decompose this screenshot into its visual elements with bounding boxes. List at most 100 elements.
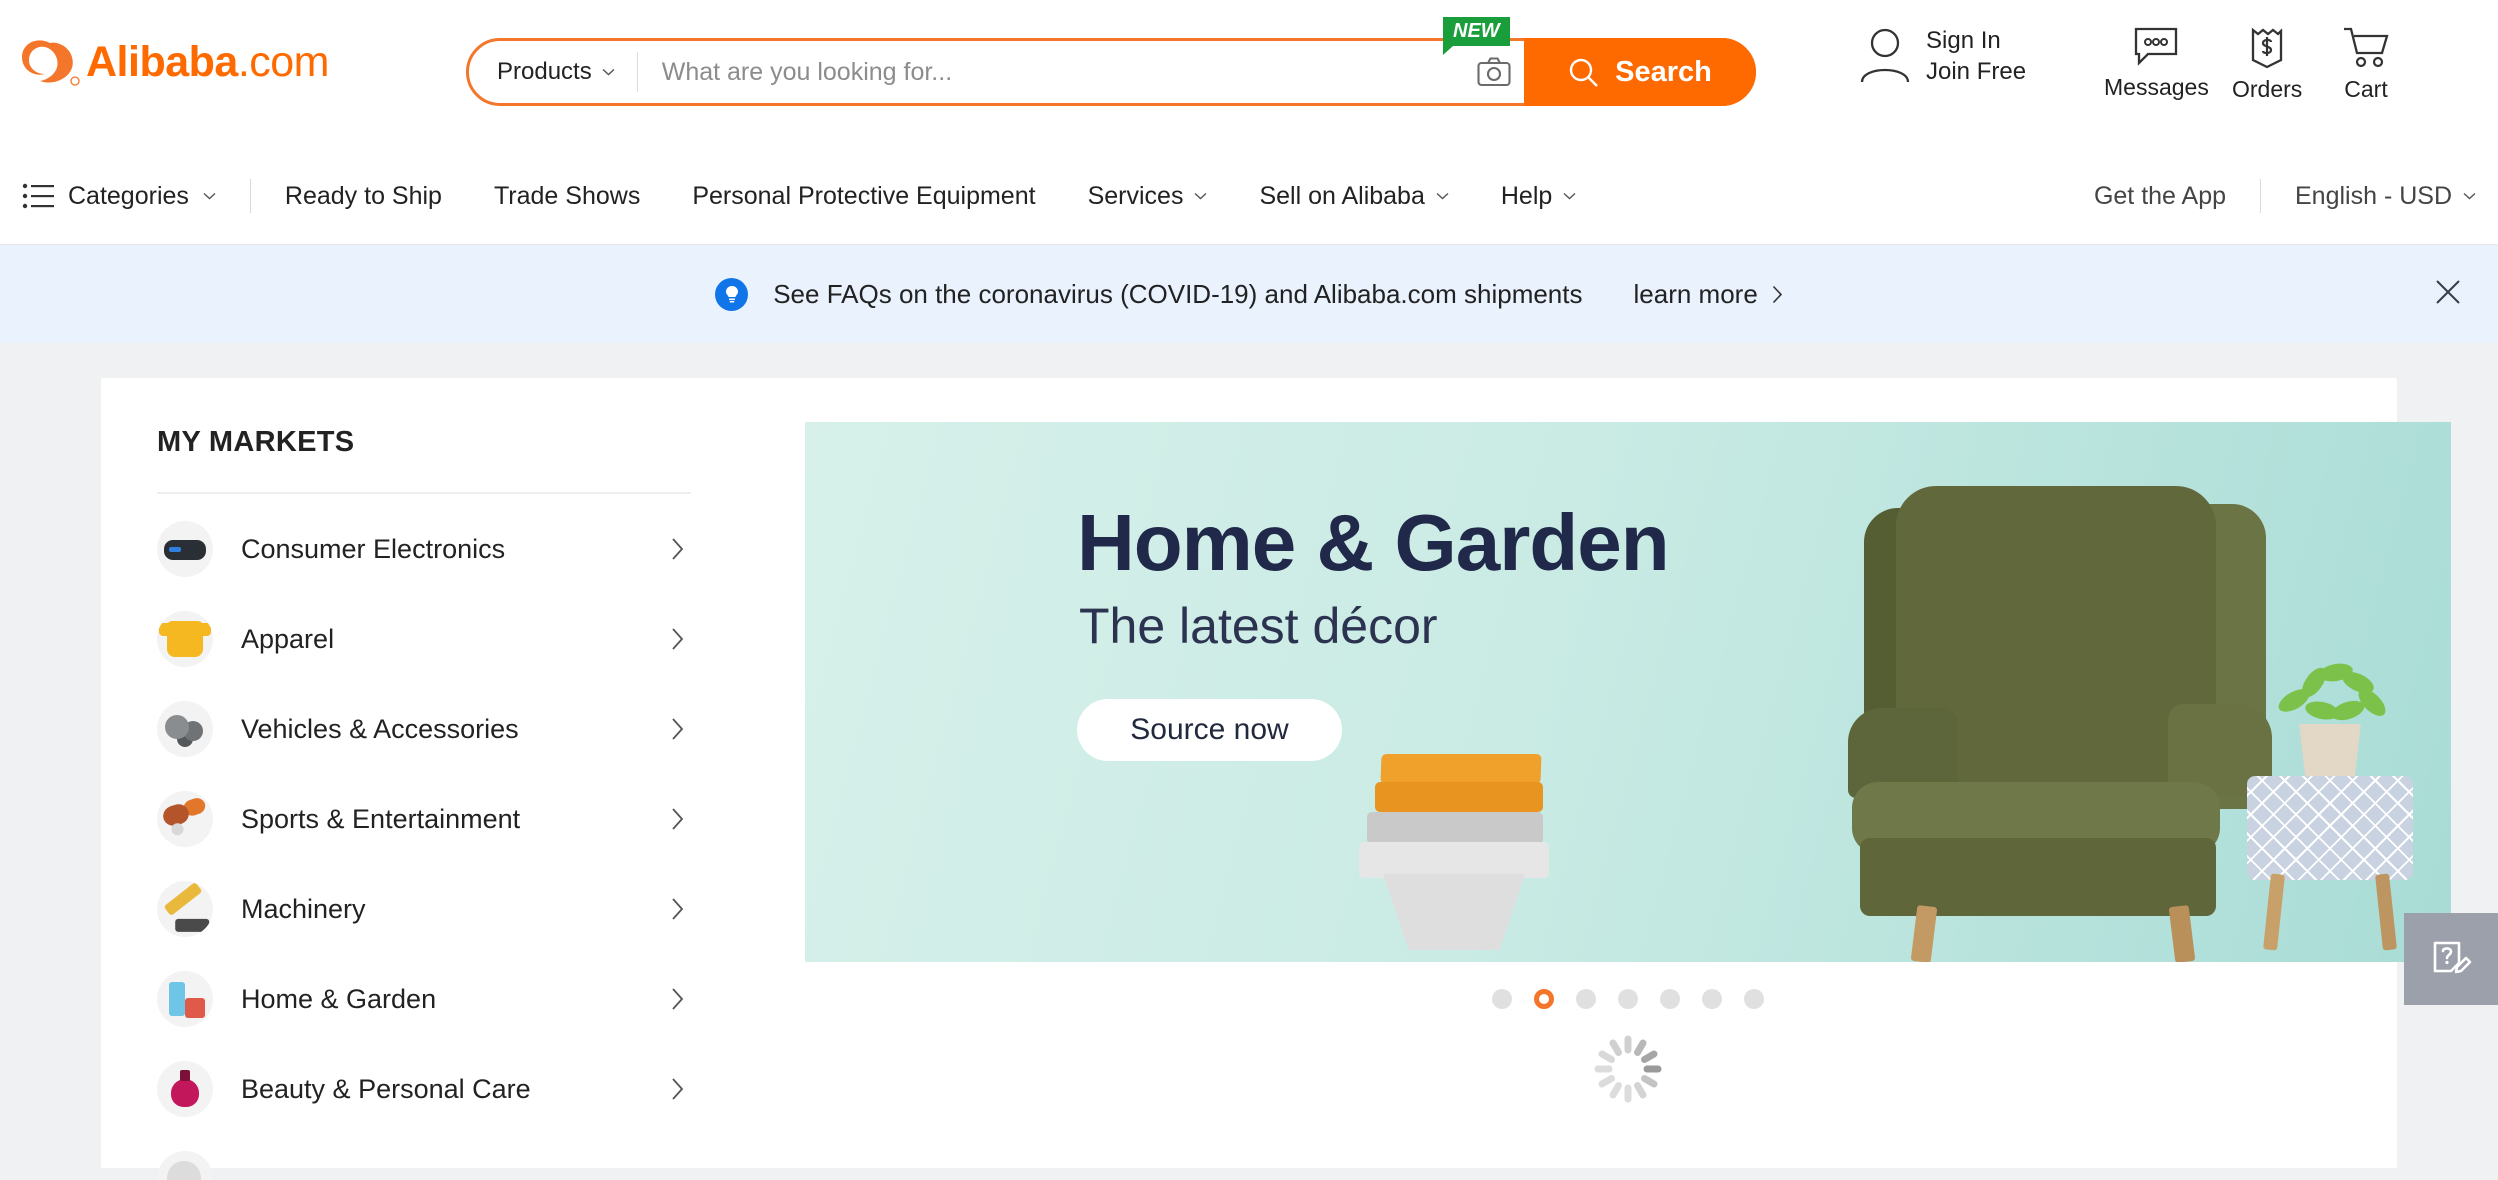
- search-input[interactable]: [637, 57, 1464, 87]
- chat-bubble-icon: [2135, 27, 2178, 66]
- nav-item-services[interactable]: Services: [1088, 182, 1208, 211]
- nav-item-sell-on-alibaba[interactable]: Sell on Alibaba: [1259, 182, 1449, 211]
- sidebar-item-vehicles-accessories[interactable]: Vehicles & Accessories: [157, 684, 691, 774]
- chevron-right-icon: [672, 538, 684, 560]
- chevron-right-icon: [672, 988, 684, 1010]
- chevron-down-icon: [1563, 192, 1576, 200]
- alibaba-logo[interactable]: Alibaba.com: [20, 36, 330, 88]
- orders-link[interactable]: Orders: [2232, 26, 2302, 103]
- carousel-dot-1[interactable]: [1492, 989, 1512, 1009]
- nav-item-help[interactable]: Help: [1501, 182, 1576, 211]
- hero-banner[interactable]: Home & Garden The latest décor Source no…: [805, 422, 2451, 962]
- sidebar-item-label: Beauty & Personal Care: [241, 1073, 531, 1104]
- covid-banner-text: See FAQs on the coronavirus (COVID-19) a…: [773, 278, 1583, 309]
- carousel-dot-6[interactable]: [1702, 989, 1722, 1009]
- sidebar-item-consumer-electronics[interactable]: Consumer Electronics: [157, 504, 691, 594]
- source-now-button[interactable]: Source now: [1077, 699, 1342, 761]
- camera-icon: [1477, 57, 1511, 87]
- sidebar-item-label: Consumer Electronics: [241, 533, 506, 564]
- feedback-survey-widget[interactable]: [2404, 913, 2498, 1005]
- nav-left-group: Categories Ready to Ship Trade Shows Per…: [0, 179, 1628, 213]
- nav-right-group: Get the App English - USD: [2094, 179, 2476, 213]
- chevron-right-icon: [672, 628, 684, 650]
- sidebar-item-label: Apparel: [241, 623, 335, 654]
- nav-item-ready-to-ship[interactable]: Ready to Ship: [285, 182, 442, 211]
- carousel-dot-3[interactable]: [1576, 989, 1596, 1009]
- cart-link[interactable]: Cart: [2342, 26, 2390, 103]
- perfume-bottle-thumb-icon: [157, 1061, 213, 1117]
- user-icon: [1860, 28, 1910, 83]
- covid-banner-close-button[interactable]: [2433, 277, 2463, 312]
- cart-label: Cart: [2344, 76, 2388, 102]
- image-search-button[interactable]: [1464, 42, 1524, 102]
- carousel-dot-4[interactable]: [1618, 989, 1638, 1009]
- sidebar-item-sports-entertainment[interactable]: Sports & Entertainment: [157, 774, 691, 864]
- carousel-dot-5[interactable]: [1660, 989, 1680, 1009]
- sidebar-item-apparel[interactable]: Apparel: [157, 594, 691, 684]
- orders-label: Orders: [2232, 76, 2303, 102]
- sidebar-item-label: Sports & Entertainment: [241, 803, 521, 834]
- search-bar: Products Search: [466, 38, 1756, 106]
- sidebar-item-machinery[interactable]: Machinery: [157, 864, 691, 954]
- survey-feedback-icon: [2433, 941, 2472, 974]
- partial-thumb-icon: [157, 1151, 213, 1180]
- homepage-main-card: MY MARKETS Consumer Electronics Apparel …: [101, 378, 2451, 1180]
- green-armchair-image: [1836, 486, 2276, 962]
- nav-item-label: Ready to Ship: [284, 181, 442, 210]
- stacked-planters-image: [1345, 754, 1595, 954]
- nav-item-label: Trade Shows: [493, 181, 641, 210]
- patterned-side-table-image: [2237, 661, 2423, 954]
- search-category-select[interactable]: Products: [469, 52, 638, 92]
- sidebar-item-partial-cutoff[interactable]: [157, 1134, 691, 1180]
- sidebar-item-label: Machinery: [241, 893, 366, 924]
- auto-parts-thumb-icon: [157, 701, 213, 757]
- locale-selector[interactable]: English - USD: [2295, 182, 2476, 211]
- nav-divider: [249, 179, 251, 213]
- search-category-label: Products: [497, 58, 592, 85]
- hero-title: Home & Garden: [1077, 498, 1670, 587]
- get-the-app-label: Get the App: [2093, 181, 2226, 210]
- sidebar-item-beauty-personal-care[interactable]: Beauty & Personal Care: [157, 1044, 691, 1134]
- close-icon: [2436, 280, 2460, 304]
- nav-divider: [2260, 179, 2261, 213]
- locale-label: English - USD: [2295, 181, 2452, 210]
- new-badge: NEW: [1443, 17, 1510, 55]
- hero-subtitle: The latest décor: [1079, 598, 1438, 654]
- join-free-label: Join Free: [1926, 57, 2027, 85]
- search-submit-button[interactable]: Search: [1524, 38, 1756, 106]
- carousel-dot-7[interactable]: [1744, 989, 1764, 1009]
- sidebar-item-home-garden[interactable]: Home & Garden: [157, 954, 691, 1044]
- nav-item-trade-shows[interactable]: Trade Shows: [494, 182, 640, 211]
- nav-item-label: Personal Protective Equipment: [692, 181, 1036, 210]
- covid-learn-more-link[interactable]: learn more: [1634, 279, 1783, 310]
- sports-balls-thumb-icon: [157, 791, 213, 847]
- chevron-down-icon: [2463, 192, 2476, 200]
- logo-wordmark: Alibaba.com: [86, 40, 330, 84]
- alibaba-homepage: Alibaba.com Products What are you lookin…: [0, 0, 2498, 1180]
- sidebar-item-label: Vehicles & Accessories: [241, 713, 519, 744]
- search-icon: [1569, 58, 1598, 87]
- sign-in-account-link[interactable]: Sign In Join Free: [1858, 26, 2026, 87]
- carousel-dot-2[interactable]: [1534, 989, 1554, 1009]
- site-header: Alibaba.com Products What are you lookin…: [0, 0, 2498, 148]
- nav-categories-button[interactable]: Categories: [22, 182, 216, 211]
- nav-item-personal-protective-equipment[interactable]: Personal Protective Equipment: [692, 182, 1035, 211]
- alibaba-swirl-logo-icon: [22, 40, 80, 86]
- main-navigation: Categories Ready to Ship Trade Shows Per…: [0, 148, 2498, 245]
- get-the-app-link[interactable]: Get the App: [2094, 182, 2226, 211]
- yellow-tshirt-thumb-icon: [157, 611, 213, 667]
- chevron-right-icon: [672, 898, 684, 920]
- chevron-right-icon: [672, 1078, 684, 1100]
- nav-categories-label: Categories: [68, 181, 189, 210]
- search-button-label: Search: [1615, 55, 1712, 88]
- chevron-down-icon: [203, 192, 216, 200]
- excavator-thumb-icon: [157, 881, 213, 937]
- messages-link[interactable]: Messages: [2104, 26, 2209, 101]
- cleaning-supplies-thumb-icon: [157, 971, 213, 1027]
- sign-in-label: Sign In: [1926, 27, 2001, 54]
- radial-loading-spinner-icon: [1594, 1035, 1662, 1103]
- learn-more-label: learn more: [1633, 278, 1758, 309]
- list-menu-icon: [22, 183, 54, 209]
- covid-banner-content: See FAQs on the coronavirus (COVID-19) a…: [715, 277, 1783, 311]
- sidebar-divider: [157, 492, 691, 494]
